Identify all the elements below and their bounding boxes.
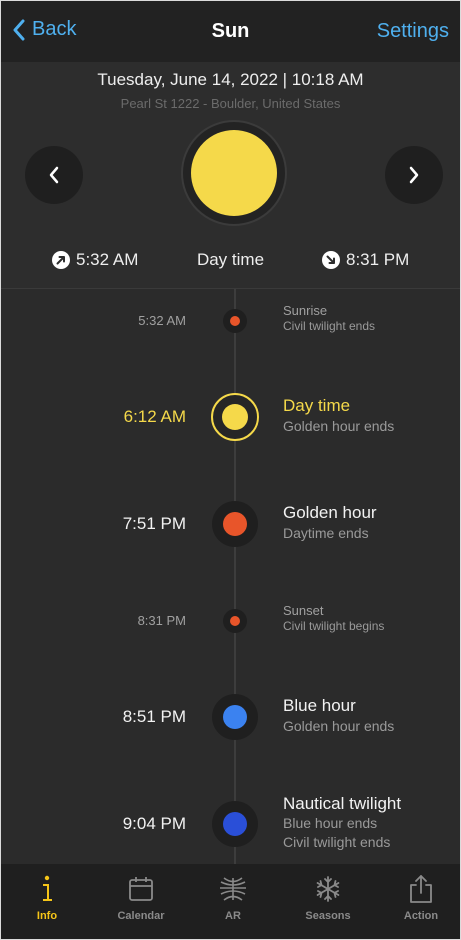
event-details: Nautical twilight Blue hour ends Civil twi… <box>283 793 401 851</box>
event-subtitle: Golden hour ends <box>283 717 395 734</box>
event-time: 9:04 PM <box>122 813 186 833</box>
location-label: Pearl St 1222 - Boulder, United States <box>120 96 341 111</box>
event-marker-icon <box>211 393 259 441</box>
date-time: Tuesday, June 14, 2022 | 10:18 AM <box>97 70 364 89</box>
event-marker-icon <box>212 694 258 740</box>
event-marker-icon <box>212 801 258 847</box>
tab-action[interactable]: Action <box>376 872 461 922</box>
event-subtitle: Daytime ends <box>283 524 369 541</box>
tab-seasons[interactable]: Seasons <box>283 872 373 922</box>
navigation-bar: Back Sun Settings <box>0 0 461 62</box>
previous-day-button[interactable] <box>25 146 83 204</box>
sunset-arrow-icon <box>322 251 340 269</box>
event-subtitle: Civil twilight begins <box>283 619 385 634</box>
tab-label: Info <box>36 910 58 922</box>
ar-icon <box>188 872 278 906</box>
tab-calendar[interactable]: Calendar <box>96 872 186 922</box>
timeline-line <box>234 289 236 865</box>
event-marker-icon <box>223 309 247 333</box>
event-time: 8:31 PM <box>137 613 186 629</box>
sun-header: Tuesday, June 14, 2022 | 10:18 AM Pearl … <box>0 62 461 288</box>
sun-phase-timeline[interactable]: 5:32 AM Sunrise Civil twilight ends 6:12 AM… <box>0 288 461 865</box>
tab-label: Calendar <box>117 910 165 922</box>
chevron-right-icon <box>409 166 419 184</box>
event-subtitle: Golden hour ends <box>283 417 395 434</box>
tab-label: Seasons <box>305 910 351 922</box>
event-time: 5:32 AM <box>138 313 186 329</box>
settings-button[interactable]: Settings <box>377 20 449 43</box>
share-icon <box>376 872 461 906</box>
calendar-icon <box>96 872 186 906</box>
event-marker-icon <box>223 609 247 633</box>
sun-icon <box>191 130 277 216</box>
chevron-left-icon <box>49 166 59 184</box>
event-title: Sunrise <box>283 303 328 319</box>
tab-label: AR <box>225 910 241 922</box>
event-time: 7:51 PM <box>122 513 186 533</box>
event-title: Day time <box>283 396 351 416</box>
event-title: Sunset <box>283 603 324 619</box>
event-time: 8:51 PM <box>122 706 186 726</box>
snowflake-icon <box>283 872 373 906</box>
event-details: Sunset Civil twilight begins <box>283 603 384 635</box>
event-title: Nautical twilight <box>283 794 402 814</box>
event-details: Day time Golden hour ends <box>283 395 394 434</box>
tab-ar[interactable]: AR <box>188 872 278 922</box>
event-subtitle: Blue hour ends <box>283 815 378 832</box>
next-day-button[interactable] <box>385 146 443 204</box>
event-time: 6:12 AM <box>123 406 186 426</box>
event-title: Golden hour <box>283 503 377 523</box>
event-details: Golden hour Daytime ends <box>283 502 377 541</box>
tab-info[interactable]: Info <box>2 872 92 922</box>
tab-bar: Info Calendar AR Seasons Action <box>0 864 461 940</box>
event-subtitle: Civil twilight ends <box>283 833 391 850</box>
event-marker-icon <box>212 501 258 547</box>
info-icon <box>2 872 92 906</box>
sunset-time: 8:31 PM <box>322 250 409 270</box>
sun-indicator <box>181 120 287 226</box>
event-details: Sunrise Civil twilight ends <box>283 303 375 335</box>
event-subtitle: Civil twilight ends <box>283 319 376 334</box>
event-title: Blue hour <box>283 696 356 716</box>
event-details: Blue hour Golden hour ends <box>283 695 394 734</box>
tab-label: Action <box>403 910 439 922</box>
